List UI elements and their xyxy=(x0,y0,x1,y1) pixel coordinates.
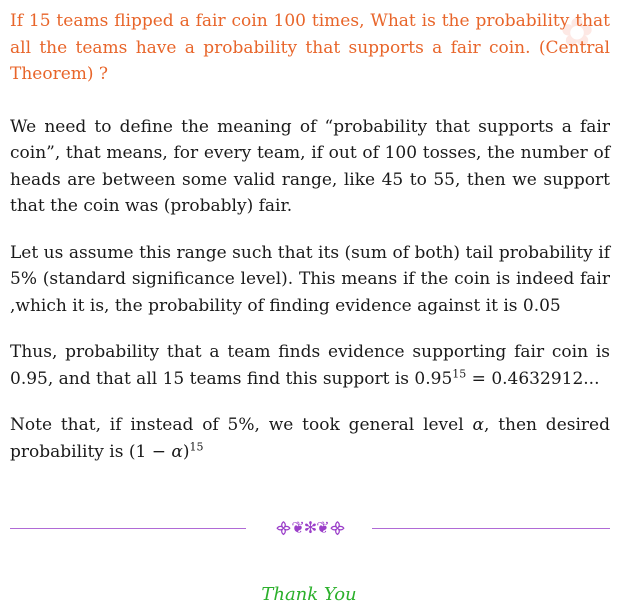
answer-paragraph-2: Let us assume this range such that its (… xyxy=(10,242,610,316)
answer-paragraph-4: Note that, if instead of 5%, we took gen… xyxy=(10,412,610,465)
ornament-icon: ᯽❦✻❦᯽ xyxy=(274,518,347,537)
answer-paragraph-1: We need to define the meaning of “probab… xyxy=(10,116,610,217)
thank-you-text: Thank You xyxy=(261,584,357,605)
alpha-symbol-2: α xyxy=(171,441,183,462)
para4-exponent: 15 xyxy=(189,439,204,453)
para4-text-a: Note that, if instead of 5%, we took gen… xyxy=(10,415,473,435)
section-divider: ᯽❦✻❦᯽ xyxy=(10,518,610,537)
para3-result: = 0.4632912... xyxy=(466,368,600,389)
question-text: If 15 teams flipped a fair coin 100 time… xyxy=(10,11,610,84)
document-body: If 15 teams flipped a fair coin 100 time… xyxy=(10,8,610,465)
divider-rule-right xyxy=(372,528,610,529)
para3-exponent: 15 xyxy=(452,366,467,380)
answer-paragraph-3: Thus, probability that a team finds evid… xyxy=(10,339,610,392)
divider-rule-left xyxy=(10,528,246,529)
alpha-symbol: α xyxy=(472,415,484,435)
